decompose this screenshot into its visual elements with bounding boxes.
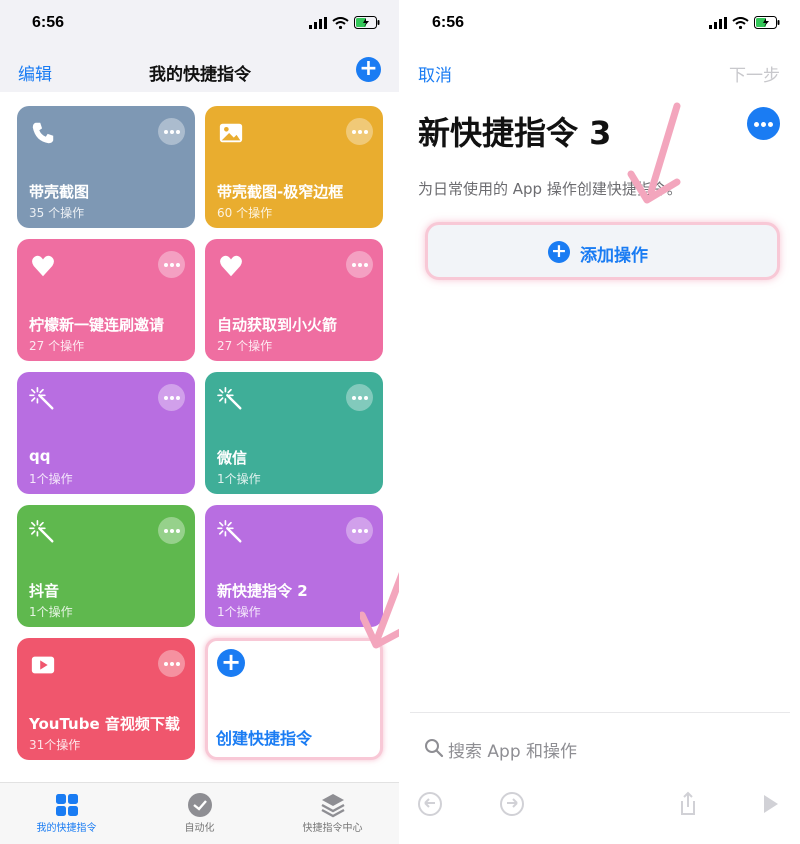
status-time: 6:56	[32, 14, 65, 31]
shortcut-name: 新快捷指令 2	[217, 582, 308, 600]
grid-icon	[56, 794, 78, 816]
more-options-button[interactable]	[158, 517, 185, 544]
more-options-button[interactable]	[158, 118, 185, 145]
shortcut-card[interactable]: 带壳截图-极窄边框 60 个操作	[205, 106, 383, 228]
create-shortcut-label: 创建快捷指令	[216, 729, 313, 748]
heart-icon	[32, 255, 54, 277]
battery-charging-icon	[354, 16, 380, 29]
shortcut-name: 微信	[217, 449, 248, 467]
redo-icon[interactable]	[498, 790, 526, 818]
magic-wand-icon	[217, 520, 242, 543]
shortcuts-grid: 带壳截图 35 个操作 带壳截图-极窄边框 60 个操作柠檬新一键连刷邀请 27 个操作…	[0, 92, 400, 782]
heart-icon	[220, 255, 242, 277]
search-input[interactable]: 搜索 App 和操作	[448, 737, 577, 762]
my-shortcuts-screen: 6:56 编辑 我的快捷指令 + 带壳截图 35 个操作 带壳截图-极窄边框 60 个…	[0, 0, 400, 844]
image-icon	[219, 123, 243, 143]
tab-label: 自动化	[184, 823, 215, 834]
shortcut-name: 柠檬新一键连刷邀请	[29, 316, 165, 334]
new-shortcut-screen: 6:56 取消 下一步 新快捷指令 3 为日常使用的 App 操作创建快捷指令。…	[400, 0, 800, 844]
tab-label: 我的快捷指令	[36, 823, 97, 834]
plus-icon: +	[548, 241, 570, 263]
tab-gallery[interactable]: 快捷指令中心	[266, 783, 399, 844]
phone-icon	[32, 122, 54, 144]
action-count: 1个操作	[217, 472, 261, 486]
shortcut-name: 带壳截图	[29, 183, 90, 201]
cellular-signal-icon	[709, 16, 727, 29]
magic-wand-icon	[29, 520, 54, 543]
more-options-button[interactable]	[346, 118, 373, 145]
shortcut-card[interactable]: 带壳截图 35 个操作	[17, 106, 195, 228]
shortcut-card[interactable]: qq 1个操作	[17, 372, 195, 494]
action-count: 27 个操作	[29, 339, 85, 353]
more-options-button[interactable]	[346, 517, 373, 544]
page-title: 我的快捷指令	[149, 65, 251, 85]
action-count: 60 个操作	[217, 206, 273, 220]
shortcut-card[interactable]: 微信 1个操作	[205, 372, 383, 494]
status-time: 6:56	[432, 14, 465, 31]
shortcut-name: 带壳截图-极窄边框	[217, 183, 344, 201]
shortcut-card[interactable]: 自动获取到小火箭 27 个操作	[205, 239, 383, 361]
more-options-button[interactable]	[346, 251, 373, 278]
status-bar: 6:56	[0, 0, 400, 46]
magic-wand-icon	[29, 387, 54, 410]
status-icons	[709, 16, 780, 29]
shortcut-name: 抖音	[29, 582, 60, 600]
status-icons	[309, 16, 380, 29]
nav-bar: 编辑 我的快捷指令 +	[0, 52, 400, 92]
shortcut-title[interactable]: 新快捷指令 3	[418, 108, 611, 154]
search-icon	[425, 739, 444, 758]
action-count: 1个操作	[217, 605, 261, 619]
shortcut-name: YouTube 音视频下载	[29, 715, 180, 733]
more-options-button[interactable]	[158, 251, 185, 278]
share-icon[interactable]	[674, 790, 702, 818]
cellular-signal-icon	[309, 16, 327, 29]
plus-icon: +	[217, 649, 245, 677]
more-options-button[interactable]	[158, 650, 185, 677]
more-options-button[interactable]	[747, 107, 780, 140]
action-search[interactable]: 搜索 App 和操作	[410, 712, 790, 782]
cancel-button[interactable]: 取消	[418, 61, 452, 86]
more-options-button[interactable]	[346, 384, 373, 411]
action-count: 35 个操作	[29, 206, 85, 220]
shortcut-card[interactable]: 新快捷指令 2 1个操作	[205, 505, 383, 627]
magic-wand-icon	[217, 387, 242, 410]
shortcut-card[interactable]: 柠檬新一键连刷邀请 27 个操作	[17, 239, 195, 361]
undo-icon[interactable]	[416, 790, 444, 818]
add-action-button[interactable]: + 添加操作	[425, 222, 780, 280]
shortcut-name: 自动获取到小火箭	[217, 316, 338, 334]
more-options-button[interactable]	[158, 384, 185, 411]
tab-bar: 我的快捷指令 自动化 快捷指令中心	[0, 782, 400, 844]
action-count: 31个操作	[29, 738, 81, 752]
shortcut-card[interactable]: YouTube 音视频下载 31个操作	[17, 638, 195, 760]
wifi-icon	[732, 16, 749, 29]
next-button[interactable]: 下一步	[729, 61, 780, 86]
action-count: 1个操作	[29, 472, 73, 486]
tab-my-shortcuts[interactable]: 我的快捷指令	[0, 783, 133, 844]
shortcut-card[interactable]: 抖音 1个操作	[17, 505, 195, 627]
status-bar: 6:56	[400, 0, 800, 46]
action-count: 1个操作	[29, 605, 73, 619]
battery-charging-icon	[754, 16, 780, 29]
wifi-icon	[332, 16, 349, 29]
tab-label: 快捷指令中心	[302, 823, 363, 834]
clock-icon	[188, 793, 212, 817]
layers-icon	[321, 794, 345, 818]
tab-automation[interactable]: 自动化	[133, 783, 266, 844]
play-icon[interactable]	[756, 790, 784, 818]
add-shortcut-button[interactable]: +	[356, 57, 381, 82]
description-text: 为日常使用的 App 操作创建快捷指令。	[418, 180, 682, 198]
add-action-label: 添加操作	[580, 246, 648, 266]
shortcut-name: qq	[29, 447, 51, 465]
play-icon	[31, 656, 55, 674]
create-shortcut-card[interactable]: + 创建快捷指令	[205, 638, 383, 760]
action-count: 27 个操作	[217, 339, 273, 353]
